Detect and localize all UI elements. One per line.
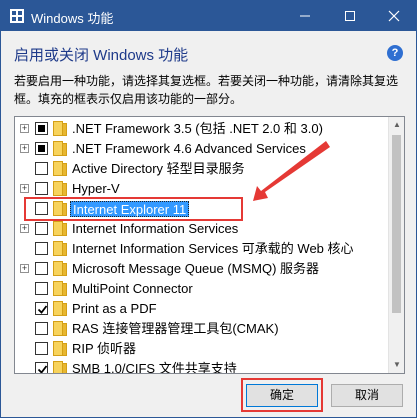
feature-label: SMB 1.0/CIFS 文件共享支持 — [72, 361, 237, 374]
annotation-arrow-icon — [253, 141, 330, 201]
feature-checkbox[interactable] — [35, 362, 48, 373]
features-tree[interactable]: + .NET Framework 3.5 (包括 .NET 2.0 和 3.0) +… — [14, 116, 405, 374]
feature-checkbox[interactable] — [35, 162, 48, 175]
folder-icon — [53, 221, 67, 236]
feature-row[interactable]: + .NET Framework 4.6 Advanced Services — [15, 139, 389, 159]
feature-checkbox[interactable] — [35, 282, 48, 295]
expand-icon[interactable]: + — [20, 224, 29, 233]
folder-icon — [53, 281, 67, 296]
feature-checkbox[interactable] — [35, 242, 48, 255]
feature-row[interactable]: Print as a PDF — [15, 299, 389, 319]
close-icon[interactable] — [372, 1, 416, 31]
windows-features-app-icon — [10, 9, 24, 23]
feature-checkbox[interactable] — [35, 142, 48, 155]
feature-label: Hyper-V — [72, 181, 120, 196]
feature-row[interactable]: + .NET Framework 3.5 (包括 .NET 2.0 和 3.0) — [15, 119, 389, 139]
expand-icon[interactable]: + — [20, 124, 29, 133]
feature-label: Microsoft Message Queue (MSMQ) 服务器 — [72, 261, 320, 276]
feature-row[interactable]: SMB 1.0/CIFS 文件共享支持 — [15, 359, 389, 374]
feature-row[interactable]: Internet Information Services 可承载的 Web 核… — [15, 239, 389, 259]
feature-label: MultiPoint Connector — [72, 281, 193, 296]
ok-button[interactable]: 确定 — [246, 384, 318, 407]
maximize-icon[interactable] — [328, 1, 372, 31]
feature-label: Internet Information Services — [72, 221, 239, 236]
folder-icon — [53, 161, 67, 176]
expand-icon[interactable]: + — [20, 264, 29, 273]
feature-row[interactable]: + Hyper-V — [15, 179, 389, 199]
feature-label: .NET Framework 3.5 (包括 .NET 2.0 和 3.0) — [72, 121, 323, 136]
feature-label: Active Directory 轻型目录服务 — [72, 161, 245, 176]
windows-features-dialog: Windows 功能 启用或关闭 Windows 功能 ? 若要启用一种功能，请… — [0, 0, 417, 418]
feature-row[interactable]: RIP 侦听器 — [15, 339, 389, 359]
folder-icon — [53, 181, 67, 196]
vertical-scrollbar[interactable]: ▲ ▼ — [388, 117, 404, 373]
feature-row[interactable]: RAS 连接管理器管理工具包(CMAK) — [15, 319, 389, 339]
page-title: 启用或关闭 Windows 功能 — [14, 47, 189, 64]
feature-checkbox[interactable] — [35, 122, 48, 135]
description-text: 若要启用一种功能，请选择其复选框。若要关闭一种功能，请清除其复选框。填充的框表示… — [14, 74, 399, 106]
feature-row[interactable]: MultiPoint Connector — [15, 279, 389, 299]
feature-row[interactable]: Active Directory 轻型目录服务 — [15, 159, 389, 179]
feature-checkbox[interactable] — [35, 182, 48, 195]
feature-checkbox[interactable] — [35, 342, 48, 355]
folder-icon — [53, 141, 67, 156]
help-icon[interactable]: ? — [387, 45, 403, 61]
feature-label: Internet Information Services 可承载的 Web 核… — [72, 241, 354, 256]
feature-row[interactable]: + Internet Information Services — [15, 219, 389, 239]
scroll-down-icon[interactable]: ▼ — [389, 357, 404, 373]
feature-label: RIP 侦听器 — [72, 341, 137, 356]
scroll-up-icon[interactable]: ▲ — [389, 117, 404, 133]
folder-icon — [53, 321, 67, 336]
minimize-icon[interactable] — [283, 1, 327, 31]
feature-label: Print as a PDF — [72, 301, 157, 316]
window-title: Windows 功能 — [31, 11, 114, 26]
feature-checkbox[interactable] — [35, 322, 48, 335]
folder-icon — [53, 301, 67, 316]
folder-icon — [53, 121, 67, 136]
cancel-button[interactable]: 取消 — [331, 384, 403, 407]
feature-checkbox[interactable] — [35, 262, 48, 275]
feature-label: RAS 连接管理器管理工具包(CMAK) — [72, 321, 279, 336]
expand-icon[interactable]: + — [20, 144, 29, 153]
expand-icon[interactable]: + — [20, 184, 29, 193]
folder-icon — [53, 241, 67, 256]
folder-icon — [53, 341, 67, 356]
scrollbar-thumb[interactable] — [392, 135, 401, 313]
folder-icon — [53, 361, 67, 373]
feature-checkbox[interactable] — [35, 302, 48, 315]
annotation-highlight-box — [24, 197, 243, 221]
feature-row[interactable]: + Microsoft Message Queue (MSMQ) 服务器 — [15, 259, 389, 279]
feature-checkbox[interactable] — [35, 222, 48, 235]
folder-icon — [53, 261, 67, 276]
title-bar[interactable]: Windows 功能 — [1, 1, 416, 31]
